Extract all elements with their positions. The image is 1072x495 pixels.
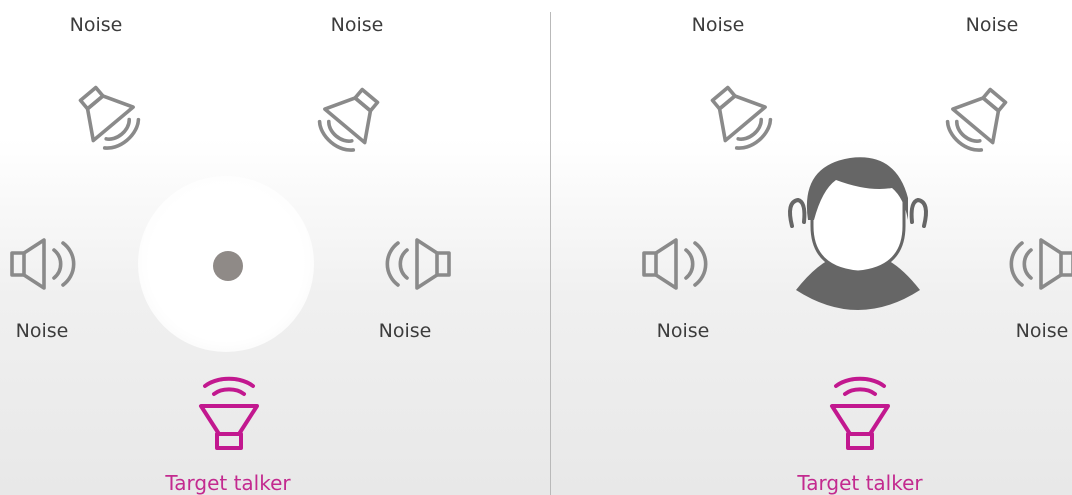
listener-head-icon <box>778 148 938 316</box>
noise-speaker-mid-right-icon <box>373 236 453 292</box>
noise-label-mid-left: Noise <box>15 320 69 342</box>
noise-speaker-mid-right-icon <box>997 236 1072 292</box>
right-panel: Noise Noise Noise Noise Target talker <box>552 0 1072 495</box>
noise-label-mid-right: Noise <box>378 320 432 342</box>
target-talker-label: Target talker <box>165 471 291 495</box>
noise-label-top-left: Noise <box>691 14 745 36</box>
noise-label-top-left: Noise <box>69 14 123 36</box>
noise-label-mid-right: Noise <box>1015 320 1069 342</box>
target-talker-speaker-icon <box>189 372 269 458</box>
noise-speaker-mid-left-icon <box>8 236 88 292</box>
noise-speaker-top-right-icon <box>936 82 1016 162</box>
left-panel: Noise Noise Noise Noise Target talker <box>0 0 550 495</box>
noise-speaker-top-left-icon <box>70 80 150 160</box>
noise-speaker-top-right-icon <box>308 82 388 162</box>
panel-divider <box>550 12 551 495</box>
target-talker-label: Target talker <box>797 471 923 495</box>
noise-speaker-top-left-icon <box>702 80 782 160</box>
noise-label-top-right: Noise <box>330 14 384 36</box>
point-source-dot-icon <box>213 251 243 281</box>
noise-label-top-right: Noise <box>965 14 1019 36</box>
noise-speaker-mid-left-icon <box>640 236 720 292</box>
target-talker-speaker-icon <box>820 372 900 458</box>
noise-label-mid-left: Noise <box>656 320 710 342</box>
